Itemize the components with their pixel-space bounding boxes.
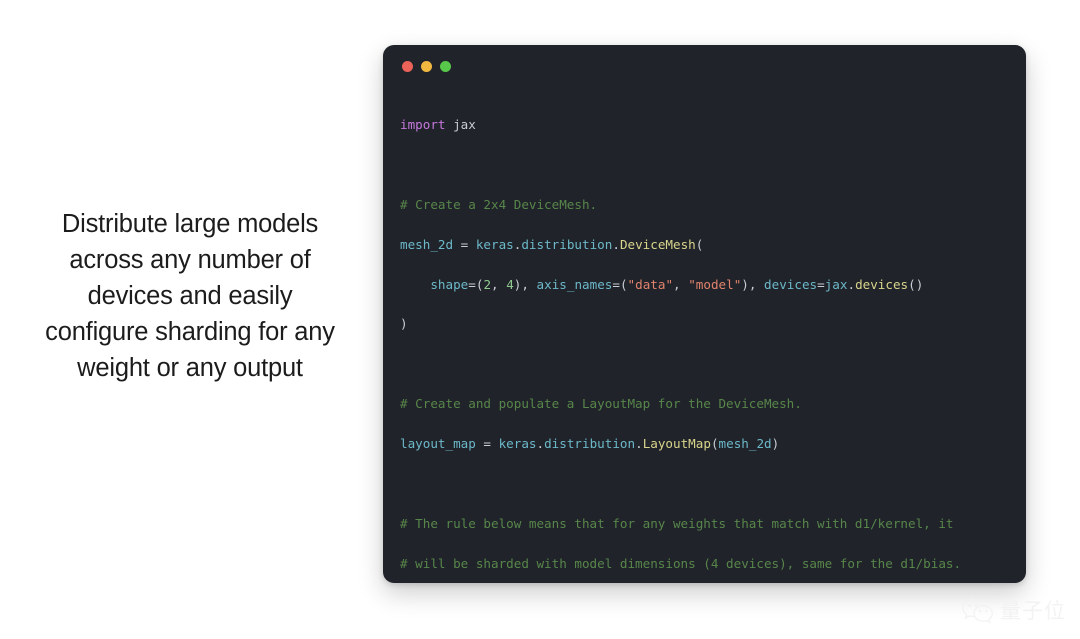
minimize-button[interactable] <box>421 61 432 72</box>
code-window: import jax # Create a 2x4 DeviceMesh. me… <box>383 45 1026 583</box>
code-line: import jax <box>400 116 476 132</box>
maximize-button[interactable] <box>440 61 451 72</box>
close-button[interactable] <box>402 61 413 72</box>
code-line: ) <box>400 316 408 332</box>
code-block[interactable]: import jax # Create a 2x4 DeviceMesh. me… <box>400 95 1026 583</box>
caption-line: weight or any output <box>77 354 303 382</box>
wechat-icon <box>961 597 995 625</box>
watermark: 量子位 <box>961 597 1066 625</box>
caption-line: devices and easily <box>87 282 293 310</box>
watermark-text: 量子位 <box>1000 598 1066 623</box>
code-line: mesh_2d = keras.distribution.DeviceMesh( <box>400 236 704 252</box>
code-line: shape=(2, 4), axis_names=("data", "model… <box>430 276 924 292</box>
window-titlebar <box>383 45 1026 85</box>
code-line: # Create and populate a LayoutMap for th… <box>400 396 802 412</box>
caption-line: Distribute large models <box>61 210 319 238</box>
code-line: layout_map = keras.distribution.LayoutMa… <box>400 436 780 452</box>
caption-text: Distribute large models across any numbe… <box>14 206 366 386</box>
code-line: # will be sharded with model dimensions … <box>400 555 962 571</box>
code-line: # The rule below means that for any weig… <box>400 515 954 531</box>
code-line: # Create a 2x4 DeviceMesh. <box>400 196 598 212</box>
caption-line: across any number of <box>69 246 311 274</box>
caption-line: configure sharding for any <box>45 318 335 346</box>
